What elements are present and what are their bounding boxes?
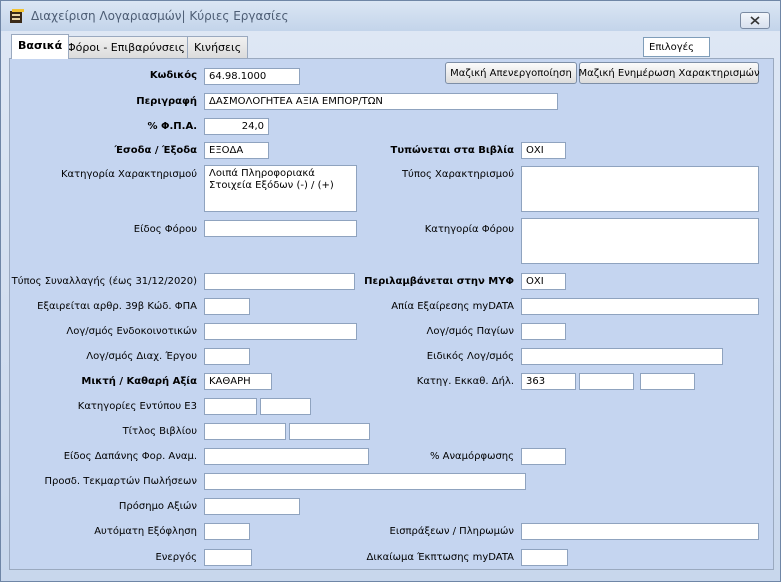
- intra-community-account-field[interactable]: [204, 323, 357, 340]
- description-label: Περιγραφή: [136, 96, 197, 107]
- tax-type-field[interactable]: [204, 220, 357, 237]
- printed-in-books-label: Τυπώνεται στα Βιβλία: [390, 145, 514, 156]
- included-in-myf-field[interactable]: ΟΧΙ: [521, 273, 566, 290]
- tab-taxes-charges[interactable]: Φόροι - Επιβαρύνσεις: [60, 36, 192, 58]
- tax-type-label: Είδος Φόρου: [133, 224, 197, 235]
- tab-basic[interactable]: Βασικά: [11, 34, 70, 59]
- transaction-type-field[interactable]: [204, 273, 355, 290]
- tab-movements[interactable]: Κινήσεις: [187, 36, 249, 58]
- transaction-type-label: Τύπος Συναλλαγής (έως 31/12/2020): [11, 276, 197, 287]
- mydata-deduction-right-label: Δικαίωμα Έκπτωσης myDATA: [366, 552, 514, 563]
- value-sign-label: Πρόσημο Αξιών: [118, 501, 197, 512]
- e3-categories-label: Κατηγορίες Εντύπου Ε3: [77, 401, 197, 412]
- receipts-payments-field[interactable]: [521, 523, 759, 540]
- income-expense-field[interactable]: ΕΞΟΔΑ: [204, 142, 269, 159]
- income-expense-label: Έσοδα / Έξοδα: [114, 145, 197, 156]
- special-account-label: Ειδικός Λογ/σμός: [426, 351, 514, 362]
- special-account-field[interactable]: [521, 348, 723, 365]
- sales-presumption-label: Προσδ. Τεκμαρτών Πωλήσεων: [44, 476, 197, 487]
- mass-deactivation-button[interactable]: Μαζική Απενεργοποίηση: [445, 62, 577, 84]
- project-admin-account-field[interactable]: [204, 348, 250, 365]
- gross-net-value-label: Μικτή / Καθαρή Αξία: [81, 376, 197, 387]
- tax-category-field[interactable]: [521, 218, 759, 264]
- fixed-asset-expense-type-field[interactable]: [204, 448, 369, 465]
- characterization-category-label: Κατηγορία Χαρακτηρισμού: [60, 169, 197, 180]
- active-field[interactable]: [204, 549, 252, 566]
- reformation-percent-label: % Αναμόρφωσης: [429, 451, 514, 462]
- characterization-type-field[interactable]: [521, 166, 759, 212]
- close-icon: [750, 16, 760, 25]
- close-button[interactable]: [740, 12, 770, 29]
- account-management-window: Διαχείριση Λογαριασμών| Κύριες Εργασίες …: [0, 0, 781, 582]
- window-title: Διαχείριση Λογαριασμών| Κύριες Εργασίες: [31, 9, 289, 23]
- tax-return-category-label: Κατηγ. Εκκαθ. Δήλ.: [416, 376, 514, 387]
- book-title-field-1[interactable]: [204, 423, 286, 440]
- e3-categories-field-2[interactable]: [260, 398, 311, 415]
- auto-settlement-field[interactable]: [204, 523, 250, 540]
- code-field[interactable]: 64.98.1000: [204, 68, 300, 85]
- mydata-deduction-right-field[interactable]: [521, 549, 568, 566]
- title-bar: Διαχείριση Λογαριασμών| Κύριες Εργασίες: [1, 1, 780, 31]
- sales-presumption-field[interactable]: [204, 473, 526, 490]
- tax-return-category-field-1[interactable]: 363: [521, 373, 576, 390]
- active-label: Ενεργός: [155, 552, 197, 563]
- characterization-type-label: Τύπος Χαρακτηρισμού: [401, 169, 514, 180]
- exempt-39b-field[interactable]: [204, 298, 250, 315]
- fixed-asset-expense-type-label: Είδος Δαπάνης Φορ. Αναμ.: [63, 451, 197, 462]
- app-icon: [10, 9, 24, 23]
- e3-categories-field-1[interactable]: [204, 398, 257, 415]
- reformation-percent-field[interactable]: [521, 448, 566, 465]
- printed-in-books-field[interactable]: ΟΧΙ: [521, 142, 566, 159]
- project-admin-account-label: Λογ/σμός Διαχ. Έργου: [86, 351, 197, 362]
- auto-settlement-label: Αυτόματη Εξόφληση: [94, 526, 197, 537]
- gross-net-value-field[interactable]: ΚΑΘΑΡΗ: [204, 373, 272, 390]
- receipts-payments-label: Εισπράξεων / Πληρωμών: [389, 526, 515, 537]
- book-title-label: Τίτλος Βιβλίου: [122, 426, 197, 437]
- vat-label: % Φ.Π.Α.: [147, 121, 197, 132]
- intra-community-account-label: Λογ/σμός Ενδοκοινοτικών: [66, 326, 197, 337]
- included-in-myf-label: Περιλαμβάνεται στην ΜΥΦ: [364, 276, 514, 287]
- book-title-field-2[interactable]: [289, 423, 370, 440]
- tax-return-category-field-2[interactable]: [579, 373, 634, 390]
- value-sign-field[interactable]: [204, 498, 300, 515]
- code-label: Κωδικός: [149, 70, 197, 81]
- exempt-39b-label: Εξαιρείται αρθρ. 39β Κώδ. ΦΠΑ: [37, 301, 197, 312]
- fixed-assets-account-field[interactable]: [521, 323, 566, 340]
- vat-field[interactable]: 24,0: [204, 118, 269, 135]
- characterization-category-field[interactable]: Λοιπά Πληροφοριακά Στοιχεία Εξόδων (-) /…: [204, 165, 357, 212]
- exemption-reason-mydata-label: Απία Εξαίρεσης myDATA: [391, 301, 514, 312]
- tax-return-category-field-3[interactable]: [640, 373, 695, 390]
- description-field[interactable]: ΔΑΣΜΟΛΟΓΗΤΕΑ ΑΞΙΑ ΕΜΠΟΡ/ΤΩΝ: [204, 93, 558, 110]
- exemption-reason-mydata-field[interactable]: [521, 298, 759, 315]
- fixed-assets-account-label: Λογ/σμός Παγίων: [426, 326, 515, 337]
- tax-category-label: Κατηγορία Φόρου: [424, 224, 514, 235]
- options-dropdown[interactable]: Επιλογές: [643, 37, 710, 57]
- mass-update-characterizations-button[interactable]: Μαζική Ενημέρωση Χαρακτηρισμών: [578, 62, 760, 84]
